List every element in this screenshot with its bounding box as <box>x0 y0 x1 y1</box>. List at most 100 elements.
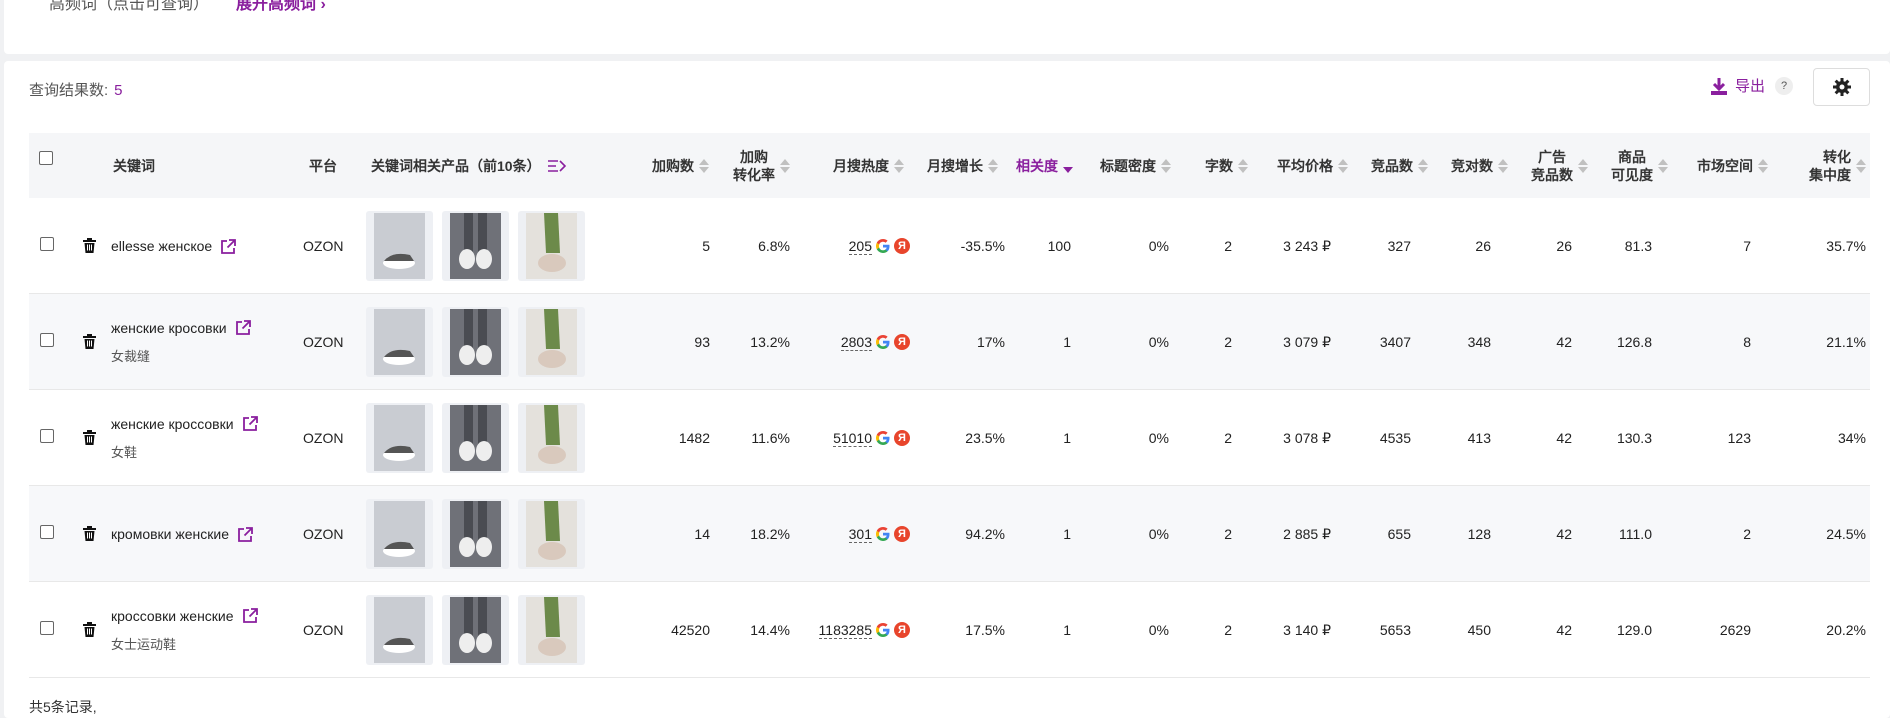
row-checkbox[interactable] <box>40 429 54 443</box>
col-cart-rate[interactable]: 加购 转化率 <box>689 133 790 198</box>
export-button[interactable]: 导出 ? <box>1709 75 1794 96</box>
yandex-icon[interactable]: Я <box>894 238 910 254</box>
title-density: 0% <box>1148 526 1169 542</box>
product-thumbnail[interactable] <box>442 595 509 665</box>
external-link-icon[interactable] <box>242 415 259 432</box>
yandex-icon[interactable]: Я <box>894 526 910 542</box>
col-chars[interactable]: 字数 <box>1169 133 1248 198</box>
keyword-text[interactable]: кромовки женские <box>111 526 229 542</box>
search-heat-value[interactable]: 205 <box>848 238 872 255</box>
expand-columns-icon[interactable] <box>547 159 567 173</box>
expand-high-frequency-link[interactable]: 展开高频词 › <box>236 0 326 14</box>
download-icon <box>1711 77 1727 95</box>
row-checkbox[interactable] <box>40 333 54 347</box>
keyword-cell: ellesse женское <box>111 198 301 294</box>
google-icon[interactable] <box>875 238 891 254</box>
external-link-icon[interactable] <box>220 238 237 255</box>
product-thumbnail[interactable] <box>366 307 433 377</box>
heat-cell: 1183285 Я <box>789 582 910 678</box>
product-thumbnail[interactable] <box>366 595 433 665</box>
trash-icon[interactable] <box>83 238 96 253</box>
product-thumbnail[interactable] <box>442 211 509 281</box>
col-heat-label: 月搜热度 <box>833 157 889 174</box>
google-icon[interactable] <box>875 334 891 350</box>
search-heat-value[interactable]: 301 <box>848 526 872 543</box>
conversion-concentration: 24.5% <box>1826 526 1866 542</box>
market-space: 123 <box>1727 430 1751 446</box>
product-image-icon <box>450 501 501 567</box>
product-thumbnail[interactable] <box>518 403 585 473</box>
external-link-icon[interactable] <box>237 526 254 543</box>
table-row: женские кросовки 女裁缝 OZON 93 13.2% 2803 … <box>29 294 1870 390</box>
col-market[interactable]: 市场空间 <box>1669 133 1768 198</box>
col-rivals[interactable]: 竞对数 <box>1419 133 1508 198</box>
col-relevance[interactable]: 相关度 <box>999 133 1073 198</box>
product-image-icon <box>374 213 425 279</box>
platform-cell: OZON <box>303 334 344 350</box>
google-icon[interactable] <box>875 526 891 542</box>
product-thumbnail[interactable] <box>442 307 509 377</box>
trash-icon[interactable] <box>83 526 96 541</box>
google-icon[interactable] <box>875 430 891 446</box>
keyword-text[interactable]: кроссовки женские <box>111 608 234 624</box>
col-avg-price[interactable]: 平均价格 <box>1249 133 1348 198</box>
search-growth: 23.5% <box>965 430 1005 446</box>
col-visibility-label-2: 可见度 <box>1611 166 1653 183</box>
product-thumbnail[interactable] <box>442 403 509 473</box>
settings-button[interactable] <box>1813 68 1870 106</box>
external-link-icon[interactable] <box>235 319 252 336</box>
search-heat-value[interactable]: 1183285 <box>818 622 872 639</box>
cart-rate: 6.8% <box>758 238 790 254</box>
select-all-checkbox[interactable] <box>39 151 53 165</box>
product-visibility: 129.0 <box>1616 622 1652 638</box>
col-cart-rate-label-2: 转化率 <box>733 166 775 183</box>
col-ads[interactable]: 广告 竞品数 <box>1509 133 1588 198</box>
relevance: 100 <box>1047 238 1071 254</box>
col-growth[interactable]: 月搜增长 <box>899 133 998 198</box>
yandex-icon[interactable]: Я <box>894 334 910 350</box>
product-image-icon <box>526 213 577 279</box>
product-thumbnail[interactable] <box>442 499 509 569</box>
product-thumbnail[interactable] <box>518 307 585 377</box>
product-thumbnail[interactable] <box>366 211 433 281</box>
trash-icon[interactable] <box>83 334 96 349</box>
keyword-text[interactable]: женские кросовки <box>111 320 227 336</box>
sort-icon <box>1578 158 1588 173</box>
product-thumbnail[interactable] <box>518 499 585 569</box>
product-thumbnail[interactable] <box>366 499 433 569</box>
trash-icon[interactable] <box>83 622 96 637</box>
yandex-icon[interactable]: Я <box>894 430 910 446</box>
sort-icon <box>1856 158 1866 173</box>
google-icon[interactable] <box>875 622 891 638</box>
export-help-icon[interactable]: ? <box>1775 76 1794 95</box>
ad-competitor-count: 42 <box>1556 334 1572 350</box>
keyword-text[interactable]: женские кроссовки <box>111 416 234 432</box>
product-thumbnail[interactable] <box>518 595 585 665</box>
gear-icon <box>1832 78 1851 96</box>
yandex-icon[interactable]: Я <box>894 622 910 638</box>
external-link-icon[interactable] <box>242 607 259 624</box>
table-row: кроссовки женские 女士运动鞋 OZON 42520 14.4%… <box>29 582 1870 678</box>
col-competitors[interactable]: 竞品数 <box>1339 133 1428 198</box>
search-heat-value[interactable]: 2803 <box>840 334 872 351</box>
relevance: 1 <box>1063 334 1071 350</box>
avg-price: 3 079 ₽ <box>1283 333 1331 350</box>
keyword-text[interactable]: ellesse женское <box>111 238 212 254</box>
heat-cell: 301 Я <box>789 486 910 582</box>
row-checkbox[interactable] <box>40 621 54 635</box>
product-thumbnail[interactable] <box>366 403 433 473</box>
char-count: 2 <box>1224 334 1232 350</box>
keyword-cell: кроссовки женские 女士运动鞋 <box>111 582 301 678</box>
product-thumbnail[interactable] <box>518 211 585 281</box>
col-title-density[interactable]: 标题密度 <box>1069 133 1171 198</box>
search-heat-value[interactable]: 51010 <box>833 430 872 447</box>
col-heat[interactable]: 月搜热度 <box>799 133 904 198</box>
trash-icon[interactable] <box>83 430 96 445</box>
row-checkbox[interactable] <box>40 237 54 251</box>
col-visibility[interactable]: 商品 可见度 <box>1589 133 1668 198</box>
sort-icon <box>988 158 998 173</box>
col-conv[interactable]: 转化 集中度 <box>1779 133 1866 198</box>
product-image-icon <box>526 501 577 567</box>
row-checkbox[interactable] <box>40 525 54 539</box>
product-visibility: 81.3 <box>1624 238 1652 254</box>
